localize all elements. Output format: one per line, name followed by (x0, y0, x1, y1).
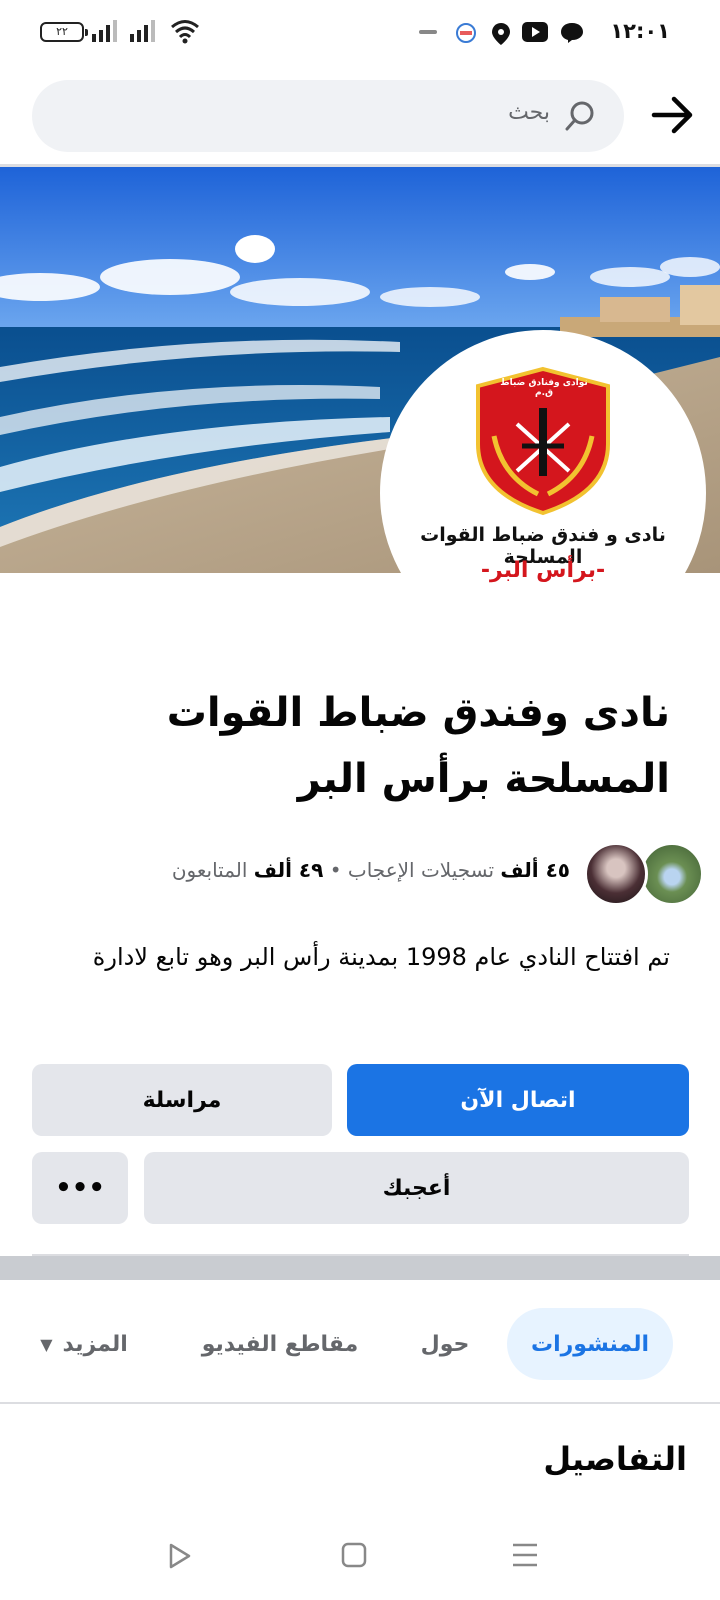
logo-text-line-2: -برأس البر- (480, 558, 606, 583)
status-bar: ٢٢ ١٢:٠١ (0, 0, 720, 64)
search-input[interactable]: بحث (32, 80, 624, 152)
message-button[interactable]: مراسلة (32, 1064, 332, 1136)
battery-level: ٢٢ (56, 25, 68, 38)
follower-avatar (640, 842, 704, 906)
nav-home-icon[interactable] (341, 1542, 367, 1568)
signal-icon (130, 20, 155, 42)
page-stats[interactable]: ٤٥ ألف تسجيلات الإعجاب • ٤٩ ألف المتابعو… (60, 858, 570, 882)
stats-separator: • (329, 858, 342, 882)
like-button[interactable]: أعجبك (144, 1152, 689, 1224)
search-placeholder: بحث (508, 100, 550, 125)
section-band (0, 1256, 720, 1280)
caret-down-icon: ▼ (40, 1334, 53, 1354)
youtube-icon (522, 22, 548, 42)
page-intro[interactable]: تم افتتاح النادي عام 1998 بمدينة رأس الب… (30, 935, 670, 979)
tab-about[interactable]: حول (400, 1308, 490, 1380)
call-now-button[interactable]: اتصال الآن (347, 1064, 689, 1136)
tabs-divider (0, 1402, 720, 1404)
tab-posts[interactable]: المنشورات (507, 1308, 673, 1380)
details-heading: التفاصيل (543, 1440, 687, 1478)
nav-back-icon[interactable] (167, 1542, 193, 1570)
back-arrow-icon[interactable] (650, 92, 696, 138)
signal-icon (92, 20, 117, 42)
likes-count: ٤٥ ألف (500, 858, 570, 882)
nav-recents-icon[interactable] (511, 1542, 539, 1568)
status-time: ١٢:٠١ (610, 19, 670, 43)
shield-text: نوادى وفنادق ضباط ق.م (500, 378, 588, 398)
page-tabs: المنشورات حول مقاطع الفيديو المزيد ▼ (0, 1308, 720, 1380)
chat-icon (561, 23, 583, 43)
notification-icon (419, 30, 437, 34)
battery-icon: ٢٢ (40, 22, 88, 42)
more-options-button[interactable]: ••• (32, 1152, 128, 1224)
location-icon (492, 23, 510, 45)
wifi-icon (171, 20, 199, 44)
tab-videos[interactable]: مقاطع الفيديو (190, 1308, 370, 1380)
follower-avatar (584, 842, 648, 906)
search-icon (565, 101, 594, 131)
followers-count: ٤٩ ألف (253, 858, 324, 882)
tab-more[interactable]: المزيد ▼ (24, 1308, 144, 1380)
tab-more-label: المزيد (62, 1331, 128, 1357)
page-title: نادى وفندق ضباط القوات المسلحة برأس البر (166, 690, 670, 802)
likes-label: تسجيلات الإعجاب (347, 858, 495, 882)
followers-label: المتابعون (171, 858, 248, 882)
notification-icon (456, 23, 476, 43)
profile-picture[interactable]: نوادى وفنادق ضباط ق.م نادى و فندق ضباط ا… (380, 330, 706, 656)
